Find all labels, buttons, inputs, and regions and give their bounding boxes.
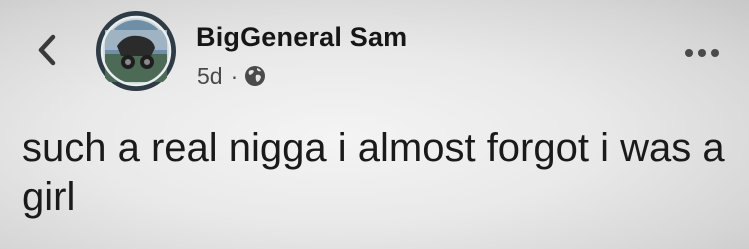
post-text: such a real nigga i almost forgot i was …	[22, 126, 725, 219]
post-card: BigGeneral Sam 5d · such a real nigga i …	[0, 0, 749, 249]
back-button[interactable]	[30, 32, 64, 68]
meta-separator: ·	[230, 62, 239, 89]
chevron-left-icon	[38, 34, 56, 66]
more-horizontal-icon	[685, 49, 719, 57]
post-meta: 5d ·	[197, 62, 266, 90]
timestamp[interactable]: 5d	[197, 63, 223, 90]
globe-icon	[245, 66, 266, 86]
profile-avatar-image	[96, 11, 176, 91]
more-options-button[interactable]	[682, 43, 722, 63]
avatar[interactable]	[95, 10, 177, 92]
author-name[interactable]: BigGeneral Sam	[196, 22, 407, 53]
